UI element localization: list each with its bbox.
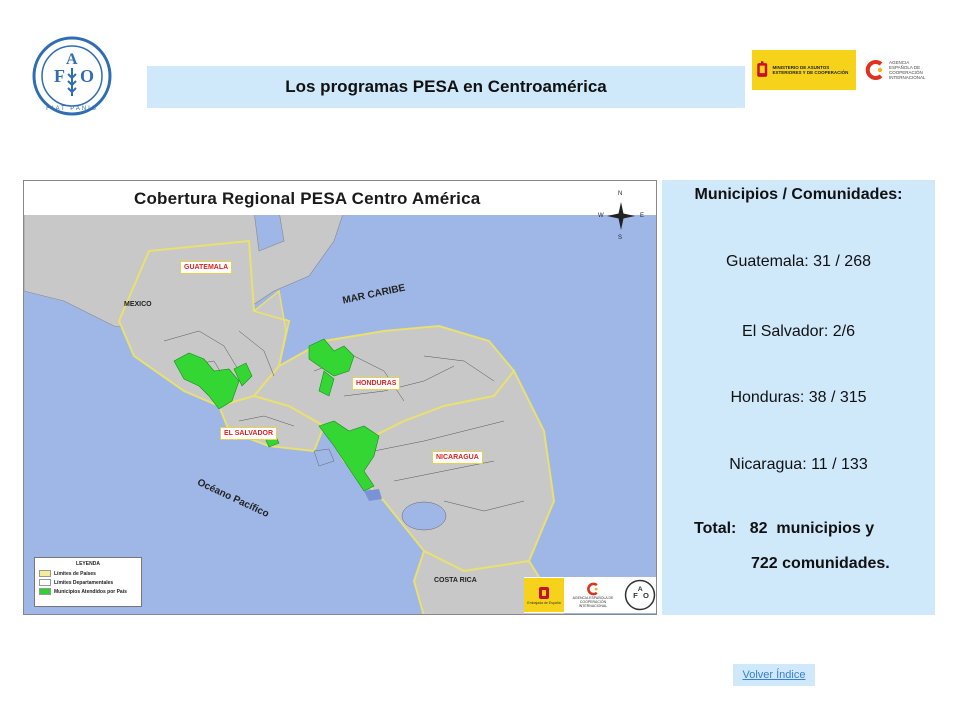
back-to-index-link[interactable]: Volver Índice	[733, 664, 815, 686]
legend-item-served: Municipios Atendidos por País	[39, 588, 137, 595]
aecid-c-small-icon	[587, 582, 598, 596]
info-heading: Municipios / Comunidades:	[694, 186, 903, 203]
compass-n: N	[618, 191, 623, 197]
label-honduras: HONDURAS	[352, 377, 401, 390]
aecid-logo: AGENCIA ESPAÑOLA DE COOPERACIÓN INTERNAC…	[864, 59, 929, 81]
spain-coat-of-arms-small-icon	[539, 587, 549, 599]
page-title: Los programas PESA en Centroamérica	[147, 66, 745, 108]
info-total-comunidades: 722 comunidades.	[751, 555, 890, 572]
legend-swatch-country	[39, 570, 51, 577]
spain-ministry-logo: MINISTERIO DE ASUNTOS EXTERIORES Y DE CO…	[752, 50, 856, 90]
embassy-logo: Embajada de España	[524, 578, 564, 612]
label-guatemala: GUATEMALA	[180, 261, 233, 274]
legend-title: LEYENDA	[76, 561, 100, 567]
fao-letter-f: F	[54, 66, 65, 86]
regional-coverage-map: Cobertura Regional PESA Centro América N…	[23, 180, 657, 615]
fao-logo: F A O FIAT PANIS	[32, 36, 112, 116]
label-nicaragua: NICARAGUA	[432, 451, 483, 464]
info-panel: Municipios / Comunidades: Guatemala: 31 …	[662, 180, 935, 615]
legend-item-department-limits: Límites Departamentales	[39, 579, 137, 586]
info-guatemala: Guatemala: 31 / 268	[726, 253, 871, 270]
legend-label-department: Límites Departamentales	[54, 579, 114, 586]
info-honduras: Honduras: 38 / 315	[730, 389, 867, 406]
info-el-salvador: El Salvador: 2/6	[742, 323, 855, 340]
map-footer-logos: Embajada de España AGENCIA ESPAÑOLA DE C…	[524, 577, 656, 613]
aecid-c-icon	[865, 60, 883, 80]
fao-small-letter-a: A	[638, 586, 643, 593]
spain-coat-of-arms-icon	[757, 61, 768, 77]
compass-w: W	[598, 213, 604, 219]
map-legend: LEYENDA Límites de Países Límites Depart…	[34, 557, 142, 607]
legend-label-served: Municipios Atendidos por País	[54, 588, 127, 595]
spain-ministry-text: MINISTERIO DE ASUNTOS EXTERIORES Y DE CO…	[772, 65, 849, 75]
aecid-small-logo: AGENCIA ESPAÑOLA DE COOPERACIÓN INTERNAC…	[566, 578, 620, 612]
sponsor-logos: MINISTERIO DE ASUNTOS EXTERIORES Y DE CO…	[752, 48, 930, 92]
lake-nicaragua	[401, 501, 447, 531]
legend-swatch-served	[39, 588, 51, 595]
map-graphic	[24, 181, 656, 614]
label-costa-rica: COSTA RICA	[434, 577, 477, 584]
fao-letter-o: O	[80, 66, 94, 86]
fao-motto: FIAT PANIS	[46, 106, 98, 112]
legend-label-country: Límites de Países	[54, 570, 96, 577]
label-mexico: MEXICO	[124, 301, 152, 308]
legend-swatch-department	[39, 579, 51, 586]
legend-item-country-limits: Límites de Países	[39, 570, 137, 577]
fao-letter-a: A	[66, 51, 78, 68]
compass-e: E	[640, 213, 645, 219]
map-title: Cobertura Regional PESA Centro América	[134, 189, 481, 208]
info-nicaragua: Nicaragua: 11 / 133	[729, 456, 868, 473]
embassy-text: Embajada de España	[527, 601, 561, 605]
aecid-text: AGENCIA ESPAÑOLA DE COOPERACIÓN INTERNAC…	[889, 60, 926, 80]
fao-small-logo: F A O	[624, 579, 656, 611]
info-total-municipios: Total: 82 municipios y	[694, 520, 875, 537]
aecid-small-text: AGENCIA ESPAÑOLA DE COOPERACIÓN INTERNAC…	[572, 596, 614, 608]
fao-small-letter-o: O	[643, 591, 649, 600]
label-el-salvador: EL SALVADOR	[220, 427, 278, 440]
compass-s: S	[618, 235, 623, 241]
